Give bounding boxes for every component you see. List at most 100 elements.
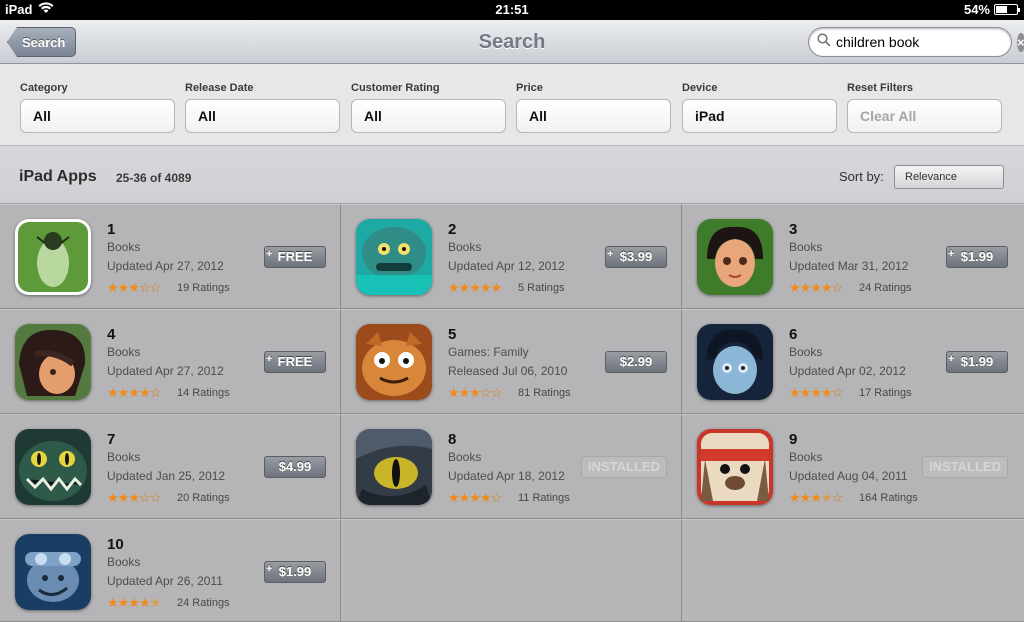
alien-app-icon[interactable] [15, 219, 91, 295]
app-rank: 4 [107, 326, 116, 343]
app-updated-date: Updated Apr 02, 2012 [789, 364, 906, 378]
app-cell[interactable]: 7 Books Updated Jan 25, 2012 ★★★☆☆ 20 Rating… [0, 414, 341, 519]
filter-label: Customer Rating [351, 82, 440, 94]
filter-category-select[interactable]: All [20, 99, 175, 133]
empty-cell [682, 519, 1024, 622]
star-full-icon: ★ [107, 595, 119, 610]
pug-app-icon[interactable] [697, 429, 773, 505]
app-updated-date: Updated Apr 12, 2012 [448, 259, 565, 273]
app-cell[interactable]: 8 Books Updated Apr 18, 2012 ★★★★☆ 11 Rating… [341, 414, 682, 519]
girl-profile-app-icon[interactable] [15, 324, 91, 400]
star-full-icon: ★ [458, 490, 471, 505]
filter-release-date-select[interactable]: All [185, 99, 340, 133]
star-full-icon: ★ [810, 280, 822, 295]
section-title: iPad Apps [19, 168, 97, 185]
star-full-icon: ★ [799, 280, 812, 295]
star-full-icon: ★ [810, 490, 822, 505]
star-full-icon: ★ [128, 385, 140, 400]
goggles-boy-app-icon[interactable] [15, 534, 91, 610]
price-button[interactable]: $4.99 [264, 456, 326, 478]
star-full-icon: ★ [128, 490, 140, 505]
star-full-icon: ★ [469, 490, 481, 505]
app-rank: 3 [789, 221, 798, 238]
star-empty-icon: ☆ [479, 385, 492, 400]
plus-icon: + [948, 353, 955, 365]
star-full-icon: ★ [448, 490, 460, 505]
star-empty-icon: ☆ [149, 280, 162, 295]
star-full-icon: ★ [117, 385, 130, 400]
app-updated-date: Updated Apr 27, 2012 [107, 364, 224, 378]
search-icon [817, 32, 831, 52]
tabby-cat-app-icon[interactable] [356, 324, 432, 400]
star-rating: ★★★★★ [107, 595, 161, 611]
search-input[interactable] [836, 34, 1017, 50]
clear-all-button[interactable]: Clear All [847, 99, 1002, 133]
plus-icon: + [607, 248, 614, 260]
results-grid: 1 Books Updated Apr 27, 2012 ★★★☆☆ 19 Rating… [0, 204, 1024, 622]
filter-customer-rating-select[interactable]: All [351, 99, 506, 133]
star-full-icon: ★ [107, 280, 119, 295]
app-rank: 6 [789, 326, 798, 343]
app-cell[interactable]: 6 Books Updated Apr 02, 2012 ★★★★☆ 17 Rating… [682, 309, 1024, 414]
app-cell[interactable]: 2 Books Updated Apr 12, 2012 ★★★★★ 5 Ratings… [341, 204, 682, 309]
price-button[interactable]: + FREE [264, 351, 326, 373]
app-rank: 8 [448, 431, 457, 448]
green-monster-app-icon[interactable] [15, 429, 91, 505]
app-cell[interactable]: 5 Games: Family Released Jul 06, 2010 ★★★☆☆… [341, 309, 682, 414]
price-button[interactable]: + FREE [264, 246, 326, 268]
search-field[interactable]: × [808, 27, 1024, 57]
clock: 21:51 [495, 2, 529, 17]
app-category: Books [448, 450, 482, 464]
battery-icon [994, 4, 1020, 15]
monster-app-icon[interactable] [356, 219, 432, 295]
price-label: FREE [277, 354, 313, 369]
filter-customer-rating: Customer Rating All [351, 82, 506, 133]
star-full-icon: ★ [789, 490, 801, 505]
filter-label: Device [682, 82, 718, 94]
star-rating: ★★★★☆ [448, 490, 502, 506]
clear-search-icon[interactable]: × [1017, 32, 1024, 52]
app-category: Books [789, 450, 823, 464]
star-full-icon: ★ [448, 280, 460, 295]
star-rating: ★★★★☆ [107, 385, 161, 401]
app-cell[interactable]: 9 Books Updated Aug 04, 2011 ★★★★☆ 164 Ratin… [682, 414, 1024, 519]
star-full-icon: ★ [469, 280, 481, 295]
battery-group: 54% [964, 2, 1020, 17]
filter-price-select[interactable]: All [516, 99, 671, 133]
star-full-icon: ★ [117, 280, 130, 295]
app-category: Books [789, 345, 823, 359]
star-rating: ★★★★☆ [789, 490, 843, 506]
app-cell[interactable]: 3 Books Updated Mar 31, 2012 ★★★★☆ 24 Rating… [682, 204, 1024, 309]
app-cell[interactable]: 10 Books Updated Apr 26, 2011 ★★★★★ 24 Ratin… [0, 519, 341, 622]
star-full-icon: ★ [820, 280, 833, 295]
filter-label: Price [516, 82, 543, 94]
filter-label: Reset Filters [847, 82, 914, 94]
girl-app-icon[interactable] [697, 219, 773, 295]
app-rank: 7 [107, 431, 116, 448]
star-full-icon: ★ [789, 385, 801, 400]
star-rating: ★★★☆☆ [107, 490, 161, 506]
price-button[interactable]: + $1.99 [946, 246, 1008, 268]
sort-select[interactable]: Relevance [894, 165, 1004, 189]
zombie-girl-app-icon[interactable] [697, 324, 773, 400]
app-ratings-count: 20 Ratings [177, 492, 230, 504]
app-ratings-count: 17 Ratings [859, 387, 912, 399]
app-category: Books [107, 345, 141, 359]
star-rating: ★★★★☆ [789, 280, 843, 296]
price-button[interactable]: + $3.99 [605, 246, 667, 268]
filter-device-select[interactable]: iPad [682, 99, 837, 133]
price-button[interactable]: + $1.99 [946, 351, 1008, 373]
app-cell[interactable]: 1 Books Updated Apr 27, 2012 ★★★☆☆ 19 Rating… [0, 204, 341, 309]
star-full-icon: ★ [117, 595, 130, 610]
app-ratings-count: 24 Ratings [177, 597, 230, 609]
price-button[interactable]: + $1.99 [264, 561, 326, 583]
star-full-icon: ★ [810, 385, 822, 400]
app-cell[interactable]: 4 Books Updated Apr 27, 2012 ★★★★☆ 14 Rating… [0, 309, 341, 414]
price-button[interactable]: $2.99 [605, 351, 667, 373]
app-category: Books [789, 240, 823, 254]
plus-icon: + [266, 563, 273, 575]
star-full-icon: ★ [107, 385, 119, 400]
star-full-icon: ★ [479, 280, 492, 295]
sort-label: Sort by: [839, 169, 884, 184]
dragon-eye-app-icon[interactable] [356, 429, 432, 505]
